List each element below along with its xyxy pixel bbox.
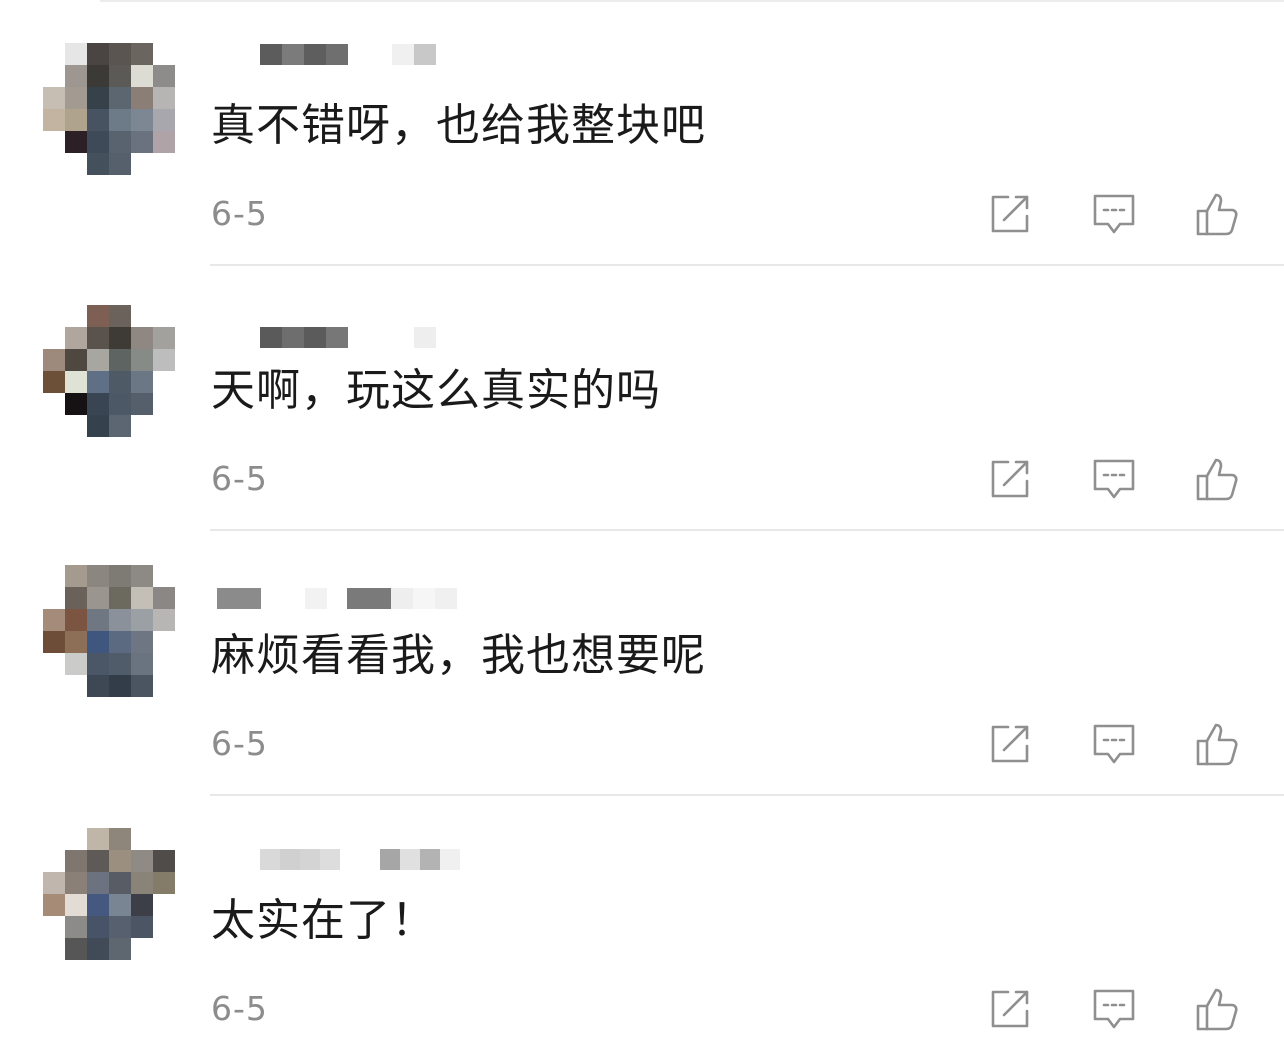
avatar[interactable]: [43, 565, 175, 697]
comment-icon: [1093, 989, 1135, 1029]
thumbs-up-icon: [1196, 988, 1238, 1031]
comment-date: 6-5: [211, 459, 268, 498]
share-icon: [991, 990, 1029, 1028]
comment-text: 麻烦看看我，我也想要呢: [211, 630, 706, 681]
like-button[interactable]: [1194, 720, 1242, 768]
like-button[interactable]: [1194, 455, 1242, 503]
avatar[interactable]: [43, 43, 175, 175]
comment-list: 真不错呀，也给我整块吧 6-5 天啊，玩这么真实的吗 6-5 麻烦看看我，我也想…: [0, 0, 1284, 1059]
username-pixelated[interactable]: [217, 588, 477, 630]
comment-actions: [986, 455, 1242, 503]
like-button[interactable]: [1194, 985, 1242, 1033]
comment-icon: [1093, 194, 1135, 234]
comment-item: 麻烦看看我，我也想要呢 6-5: [0, 530, 1284, 796]
thumbs-up-icon: [1196, 193, 1238, 236]
share-icon: [991, 195, 1029, 233]
username-pixelated[interactable]: [260, 44, 460, 86]
share-icon: [991, 460, 1029, 498]
like-button[interactable]: [1194, 190, 1242, 238]
reply-button[interactable]: [1090, 720, 1138, 768]
avatar[interactable]: [43, 305, 175, 437]
reply-button[interactable]: [1090, 455, 1138, 503]
share-button[interactable]: [986, 455, 1034, 503]
comment-actions: [986, 720, 1242, 768]
comment-date: 6-5: [211, 194, 268, 233]
comment-date: 6-5: [211, 989, 268, 1028]
comment-actions: [986, 985, 1242, 1033]
comment-text: 太实在了！: [211, 895, 436, 946]
comment-date: 6-5: [211, 724, 268, 763]
username-pixelated[interactable]: [260, 849, 460, 891]
share-button[interactable]: [986, 985, 1034, 1033]
thumbs-up-icon: [1196, 458, 1238, 501]
share-button[interactable]: [986, 190, 1034, 238]
comment-text: 天啊，玩这么真实的吗: [211, 365, 661, 416]
reply-button[interactable]: [1090, 985, 1138, 1033]
thumbs-up-icon: [1196, 723, 1238, 766]
avatar[interactable]: [43, 828, 175, 960]
share-button[interactable]: [986, 720, 1034, 768]
comment-icon: [1093, 724, 1135, 764]
comment-text: 真不错呀，也给我整块吧: [211, 100, 706, 151]
comment-item: 天啊，玩这么真实的吗 6-5: [0, 265, 1284, 531]
comment-item: 真不错呀，也给我整块吧 6-5: [0, 0, 1284, 266]
comment-icon: [1093, 459, 1135, 499]
comment-actions: [986, 190, 1242, 238]
reply-button[interactable]: [1090, 190, 1138, 238]
share-icon: [991, 725, 1029, 763]
comment-item: 太实在了！ 6-5: [0, 795, 1284, 1059]
